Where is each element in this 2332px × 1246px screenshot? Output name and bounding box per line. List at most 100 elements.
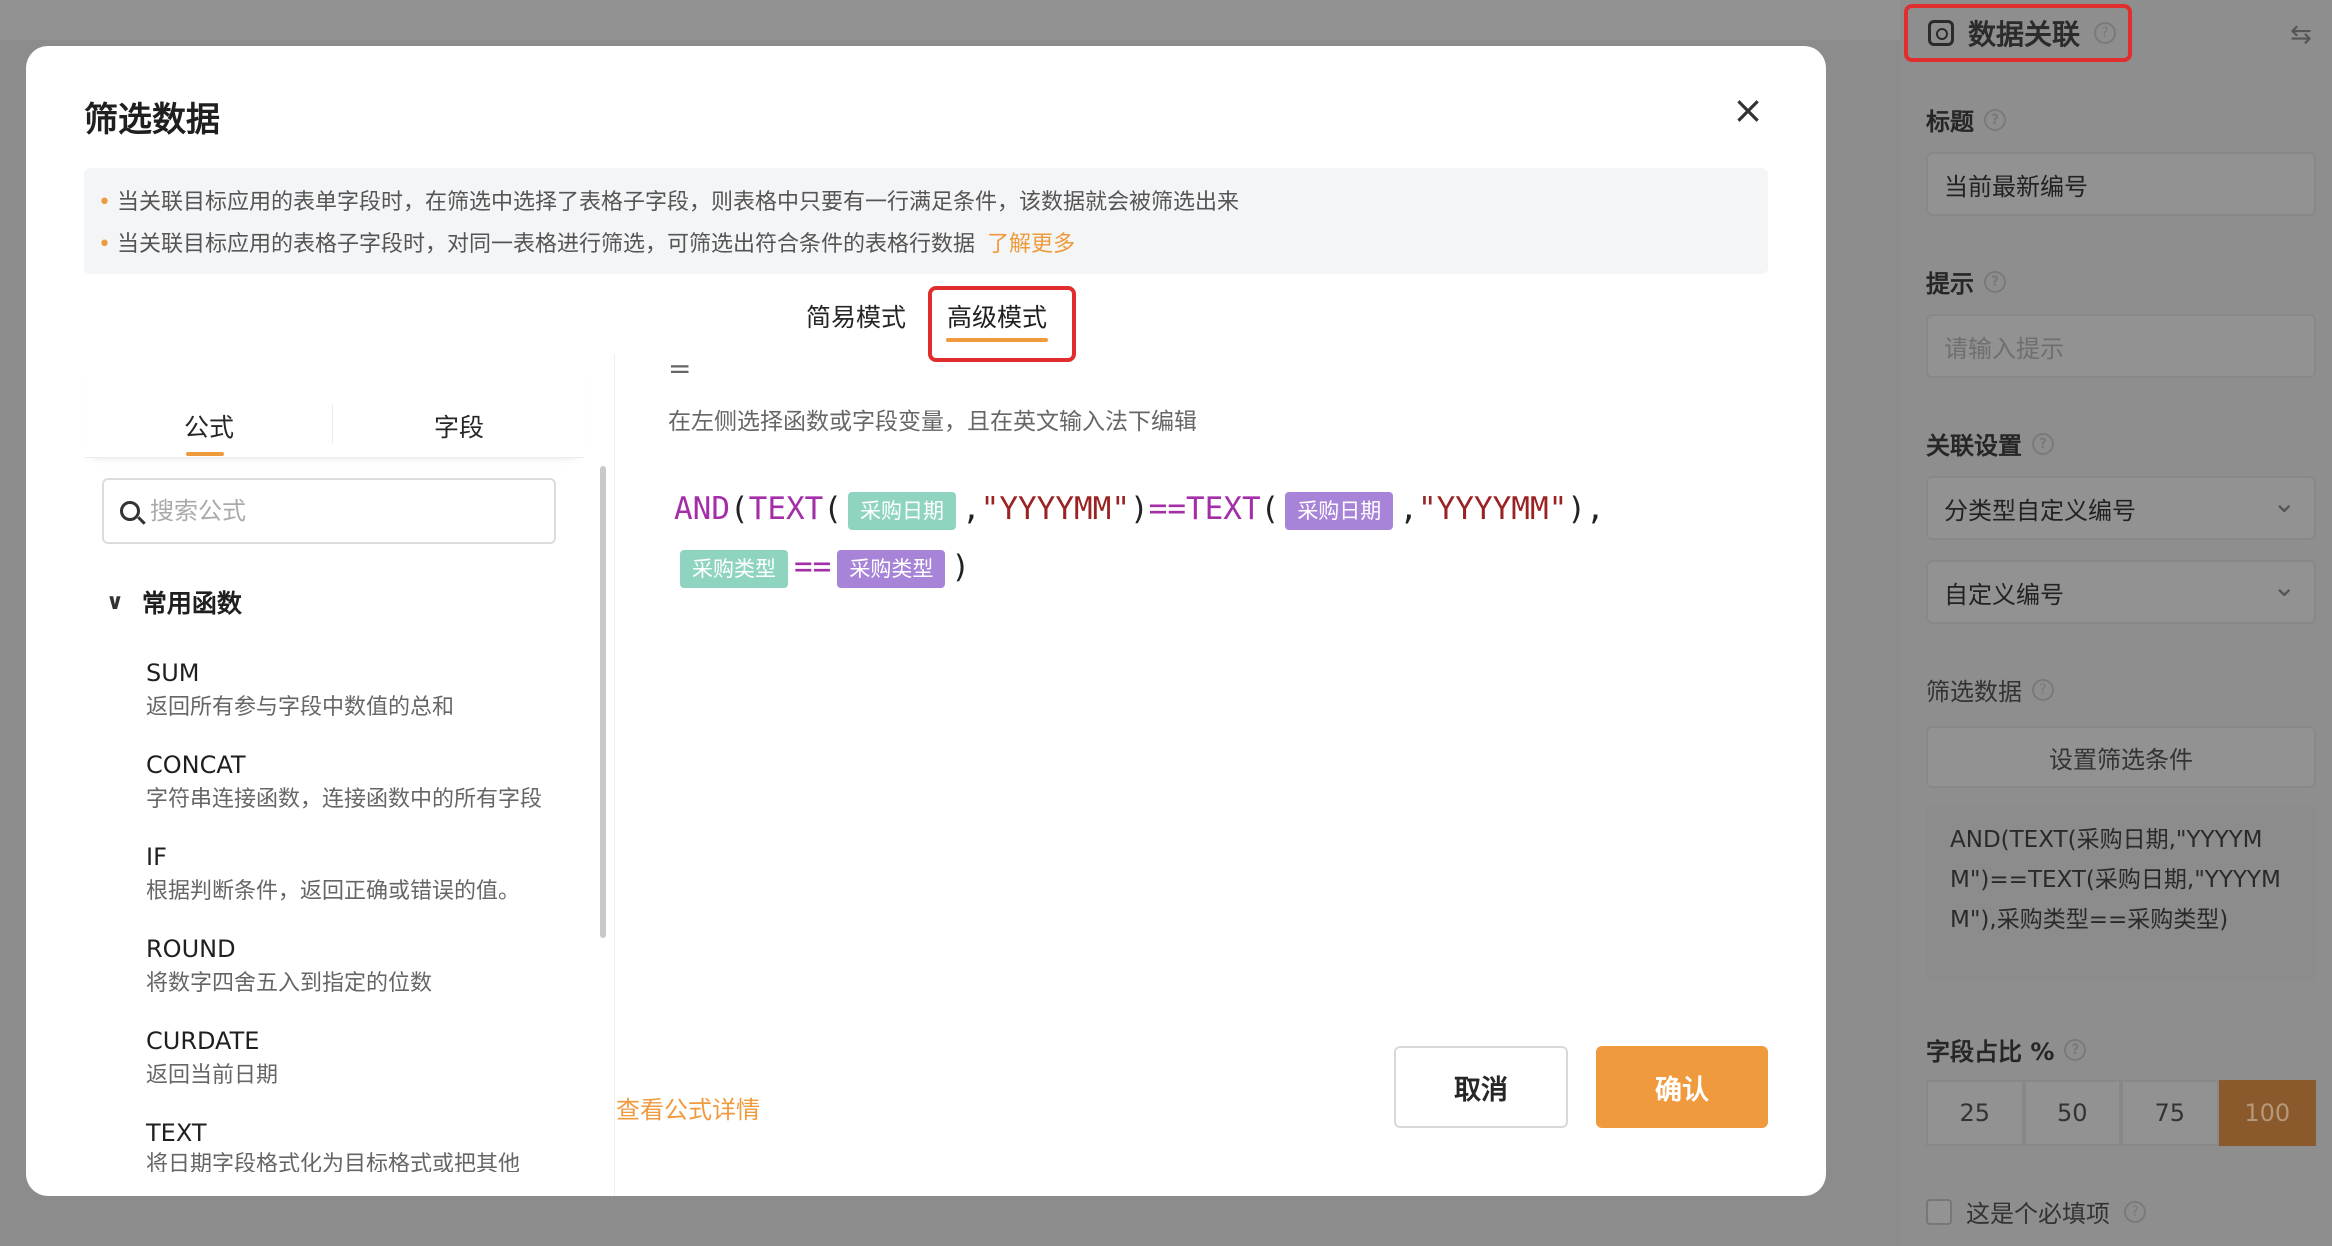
confirm-button[interactable]: 确认 — [1596, 1046, 1768, 1128]
function-name: TEXT — [146, 1119, 207, 1147]
help-icon[interactable]: ? — [2124, 1200, 2146, 1223]
learn-more-link[interactable]: 了解更多 — [987, 232, 1075, 257]
editor-hint: 在左侧选择函数或字段变量，且在英文输入法下编辑 — [668, 409, 1197, 435]
code-token: , — [1399, 491, 1418, 527]
pane-divider — [614, 354, 615, 1196]
swap-icon[interactable]: ⇆ — [2290, 20, 2312, 50]
function-name: ROUND — [146, 935, 236, 963]
help-icon[interactable]: ? — [1984, 108, 2006, 131]
code-token: ( — [730, 491, 749, 527]
group-title: 常用函数 — [141, 589, 242, 618]
list-item[interactable]: CURDATE 返回当前日期 — [146, 1024, 566, 1094]
title-label: 标题? — [1926, 102, 2006, 137]
function-list: SUM 返回所有参与字段中数值的总和 CONCAT 字符串连接函数，连接函数中的… — [146, 656, 566, 1194]
code-token: == — [1148, 491, 1186, 527]
formula-code[interactable]: AND(TEXT(采购日期 ,"YYYYMM")==TEXT(采购日期 ,"YYYY… — [674, 480, 1774, 596]
notice-line: • 当关联目标应用的表格子字段时，对同一表格进行筛选，可筛选出符合条件的表格行数据… — [98, 232, 1076, 257]
help-icon[interactable]: ? — [2094, 22, 2117, 44]
filter-label: 筛选数据? — [1926, 672, 2054, 707]
close-icon[interactable]: × — [1730, 91, 1766, 129]
code-token: ) — [1129, 491, 1149, 527]
relation-select-1[interactable]: 分类型自定义编号 — [1926, 476, 2316, 540]
field-chip-date[interactable]: 采购日期 — [1285, 491, 1394, 530]
ratio-option[interactable]: 25 — [1926, 1080, 2024, 1146]
data-link-icon — [1928, 20, 1954, 46]
tab-advanced-mode[interactable]: 高级模式 — [947, 298, 1047, 334]
field-chip-date[interactable]: 采购日期 — [848, 491, 956, 530]
code-token: ( — [1260, 491, 1280, 527]
code-token: "YYYYMM" — [1417, 491, 1568, 527]
set-filter-button[interactable]: 设置筛选条件 — [1926, 726, 2316, 788]
ratio-option-selected[interactable]: 100 — [2218, 1080, 2316, 1146]
code-token: , — [962, 491, 981, 527]
active-tab-indicator — [186, 452, 224, 456]
equals-sign: = — [668, 352, 692, 385]
tab-formula[interactable]: 公式 — [184, 408, 234, 444]
function-desc: 返回所有参与字段中数值的总和 — [146, 695, 455, 720]
code-token: , — [1585, 491, 1605, 527]
modal-title: 筛选数据 — [84, 100, 220, 140]
ratio-option[interactable]: 75 — [2121, 1080, 2219, 1146]
help-icon[interactable]: ? — [2064, 1038, 2087, 1061]
help-icon[interactable]: ? — [2032, 432, 2054, 455]
list-item[interactable]: IF 根据判断条件，返回正确或错误的值。 — [146, 840, 566, 910]
scrollbar[interactable] — [600, 466, 606, 938]
formula-search[interactable] — [102, 478, 556, 544]
title-input[interactable]: 当前最新编号 — [1926, 152, 2316, 216]
filter-data-modal: 筛选数据 × • 当关联目标应用的表单字段时，在筛选中选择了表格子字段，则表格中只… — [26, 46, 1826, 1196]
cancel-button[interactable]: 取消 — [1394, 1046, 1568, 1128]
code-token: TEXT — [1185, 491, 1261, 527]
tab-field[interactable]: 字段 — [434, 408, 484, 444]
search-input[interactable] — [150, 497, 530, 525]
function-desc: 字符串连接函数，连接函数中的所有字段 — [146, 787, 543, 812]
notice-line: • 当关联目标应用的表单字段时，在筛选中选择了表格子字段，则表格中只要有一行满足条… — [98, 190, 1239, 215]
tab-simple-mode[interactable]: 简易模式 — [806, 298, 906, 334]
code-token: ( — [823, 491, 842, 527]
function-group-header[interactable]: ∨ 常用函数 — [106, 584, 242, 620]
code-token: "YYYYMM" — [980, 491, 1130, 527]
chevron-down-icon: ∨ — [106, 589, 124, 615]
filter-formula-preview: AND(TEXT(采购日期,"YYYYMM")==TEXT(采购日期,"YYYY… — [1926, 806, 2316, 982]
tab-divider — [332, 404, 333, 444]
active-tab-indicator — [946, 338, 1048, 342]
field-chip-type[interactable]: 采购类型 — [680, 549, 788, 588]
hint-input[interactable]: 请输入提示 — [1926, 314, 2316, 378]
formula-detail-link[interactable]: 查看公式详情 — [616, 1090, 760, 1125]
list-item[interactable]: SUM 返回所有参与字段中数值的总和 — [146, 656, 566, 726]
list-item[interactable]: ROUND 将数字四舍五入到指定的位数 — [146, 932, 566, 1002]
list-item[interactable]: TEXT 将日期字段格式化为目标格式或把其他 — [146, 1116, 566, 1172]
help-icon[interactable]: ? — [1984, 270, 2006, 293]
ratio-label: 字段占比 %? — [1926, 1032, 2087, 1067]
required-checkbox-row[interactable]: 这是个必填项 ? — [1926, 1194, 2146, 1229]
required-checkbox[interactable] — [1926, 1198, 1952, 1225]
code-token: == — [794, 549, 832, 585]
relation-select-2[interactable]: 自定义编号 — [1926, 560, 2316, 624]
required-label: 这是个必填项 — [1966, 1200, 2110, 1228]
function-desc: 将数字四舍五入到指定的位数 — [146, 971, 433, 996]
help-icon[interactable]: ? — [2032, 678, 2054, 701]
panel-header: 数据关联 ? — [1904, 4, 2132, 62]
code-token: AND — [674, 491, 730, 527]
panel-title: 数据关联 — [1968, 18, 2081, 51]
function-name: CURDATE — [146, 1027, 260, 1055]
ratio-segmented-control: 25 50 75 100 — [1926, 1080, 2316, 1146]
function-desc: 根据判断条件，返回正确或错误的值。 — [146, 879, 521, 904]
code-token: ) — [1567, 491, 1586, 527]
function-pane-tabs: 公式 字段 — [84, 354, 584, 458]
function-pane: 公式 字段 ∨ 常用函数 SUM 返回所有参与字段中数值的总和 CONCAT 字… — [84, 354, 606, 1196]
function-name: IF — [146, 843, 167, 871]
search-icon — [120, 501, 140, 521]
code-token: ) — [951, 549, 970, 585]
relation-label: 关联设置? — [1926, 426, 2054, 461]
function-desc: 返回当前日期 — [146, 1063, 279, 1088]
function-desc: 将日期字段格式化为目标格式或把其他 — [146, 1152, 521, 1172]
mode-tabs: 简易模式 高级模式 — [26, 280, 1826, 362]
hint-label: 提示? — [1926, 264, 2006, 299]
background-topbar — [0, 0, 1900, 40]
function-name: CONCAT — [146, 751, 246, 779]
notice-box: • 当关联目标应用的表单字段时，在筛选中选择了表格子字段，则表格中只要有一行满足条… — [84, 168, 1768, 274]
function-name: SUM — [146, 659, 200, 687]
field-chip-type[interactable]: 采购类型 — [837, 549, 946, 588]
list-item[interactable]: CONCAT 字符串连接函数，连接函数中的所有字段 — [146, 748, 566, 818]
ratio-option[interactable]: 50 — [2023, 1080, 2121, 1146]
